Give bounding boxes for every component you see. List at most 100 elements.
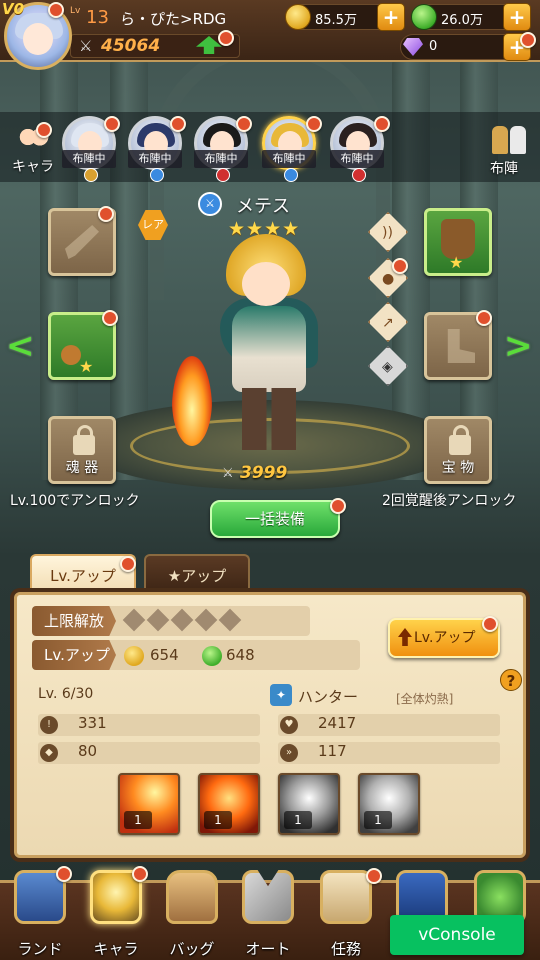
sword-icon — [65, 225, 99, 259]
skill-level: 1 — [284, 811, 312, 829]
soul-vessel-slot-locked[interactable]: 魂 器 — [48, 416, 116, 484]
help-button[interactable]: ? — [500, 669, 522, 691]
class-icon — [84, 168, 98, 182]
person-icon: ● — [382, 271, 395, 287]
deployed-label: 布陣中 — [262, 150, 316, 168]
chess-piece-icon — [510, 126, 526, 154]
upgrade-tabs: Lv.アップ ★アップ — [30, 554, 260, 596]
skill-3-locked[interactable]: 1 — [278, 773, 340, 835]
level-up-button-label: Lv.アップ — [414, 630, 476, 646]
equip-all-button[interactable]: 一括装備 — [210, 500, 340, 538]
notification-dot — [482, 616, 498, 632]
hero-face — [242, 262, 290, 306]
attack-value: 331 — [78, 714, 107, 732]
nav-bag[interactable]: バッグ — [156, 862, 228, 960]
soul-unlock-hint: Lv.100でアンロック — [10, 493, 140, 509]
share-icon: ↗ — [382, 315, 394, 331]
notification-dot — [236, 116, 252, 132]
notification-dot — [120, 556, 136, 572]
skill-1[interactable]: 1 — [118, 773, 180, 835]
defense-icon: ◆ — [40, 744, 58, 762]
notification-dot — [98, 206, 114, 222]
limit-break-label: 上限解放 — [32, 606, 116, 636]
deployed-label: 布陣中 — [62, 150, 116, 168]
formation-label: 布陣 — [490, 161, 518, 177]
leaf-resource: 26.0万 + — [411, 3, 531, 31]
skill-level: 1 — [364, 811, 392, 829]
notification-dot — [56, 866, 72, 882]
treasure-label: 宝 物 — [441, 460, 475, 476]
skill-level: 1 — [124, 811, 152, 829]
level-up-cost-label: Lv.アップ — [32, 640, 116, 670]
gold-coin-icon — [124, 646, 144, 666]
hero-class-icon: ⚔ — [198, 192, 222, 216]
lock-icon — [73, 425, 95, 455]
class-icon — [352, 168, 366, 182]
total-power: 45064 — [101, 36, 161, 56]
skill-2[interactable]: 1 — [198, 773, 260, 835]
next-hero-arrow[interactable]: > — [504, 326, 534, 366]
notification-dot — [104, 116, 120, 132]
armor-slot[interactable]: ★ — [424, 208, 492, 276]
boot-icon — [447, 329, 475, 363]
deployed-label: 布陣中 — [330, 150, 384, 168]
stat-row-hp — [278, 714, 500, 736]
notification-dot — [132, 866, 148, 882]
hero-name: メテス — [236, 196, 290, 217]
add-leaf-button[interactable]: + — [503, 3, 531, 31]
hero-body — [232, 306, 306, 392]
nav-auto-label: オート — [245, 940, 291, 958]
gold-amount: 85.5万 — [315, 13, 357, 28]
flame-effect — [172, 356, 212, 446]
necklace-icon — [61, 345, 81, 365]
top-status-bar: ⚔ 45064 85.5万 + 26.0万 + 0 + — [0, 0, 540, 62]
backpack-icon — [166, 870, 218, 924]
tab-star-up[interactable]: ★アップ — [144, 554, 250, 594]
gem-amount: 0 — [429, 39, 438, 54]
star-icon: ★ — [79, 357, 94, 376]
nav-auto[interactable]: オート — [232, 862, 304, 960]
nav-mission-label: 任務 — [330, 940, 361, 958]
notification-dot — [306, 116, 322, 132]
stat-row-attack — [38, 714, 260, 736]
hp-icon: ♥ — [280, 716, 298, 734]
role-tag: [全体灼熱] — [396, 692, 454, 706]
deployed-label: 布陣中 — [194, 150, 248, 168]
attack-icon: ! — [40, 716, 58, 734]
gold-cost: 654 — [150, 646, 179, 664]
prev-hero-arrow[interactable]: < — [6, 326, 36, 366]
lock-icon — [449, 425, 471, 455]
soul-vessel-label: 魂 器 — [65, 460, 99, 476]
notification-dot — [330, 498, 346, 514]
formation-button[interactable]: 布陣 — [484, 124, 534, 180]
add-gold-button[interactable]: + — [377, 3, 405, 31]
notification-dot — [170, 116, 186, 132]
hero-level-text: Lv. 6/30 — [38, 686, 94, 702]
crossed-swords-icon — [242, 870, 294, 924]
hero-figure — [196, 228, 346, 468]
leaf-icon — [202, 646, 222, 666]
stat-row-defense — [38, 742, 260, 764]
speed-value: 117 — [318, 742, 347, 760]
gem-icon — [403, 38, 423, 56]
class-icon — [284, 168, 298, 182]
notification-dot — [218, 30, 234, 46]
vip-level: V0 — [2, 0, 25, 18]
sword-icon: ⚔ — [79, 37, 93, 55]
notification-dot — [102, 310, 118, 326]
eye-icon: ◈ — [382, 359, 393, 375]
vconsole-button[interactable]: vConsole — [390, 915, 524, 955]
sound-icon: )) — [382, 225, 393, 241]
class-icon — [216, 168, 230, 182]
skill-4-locked[interactable]: 1 — [358, 773, 420, 835]
treasure-slot-locked[interactable]: 宝 物 — [424, 416, 492, 484]
notification-dot — [366, 868, 382, 884]
leaf-cost: 648 — [226, 646, 255, 664]
gold-coin-icon — [285, 4, 311, 30]
player-name: ら・ぴた>RDG — [120, 10, 227, 28]
hero-legs — [242, 388, 296, 450]
stat-row-speed — [278, 742, 500, 764]
sword-icon: ⚔ — [222, 466, 234, 481]
scroll-icon — [320, 870, 372, 924]
deployed-label: 布陣中 — [128, 150, 182, 168]
